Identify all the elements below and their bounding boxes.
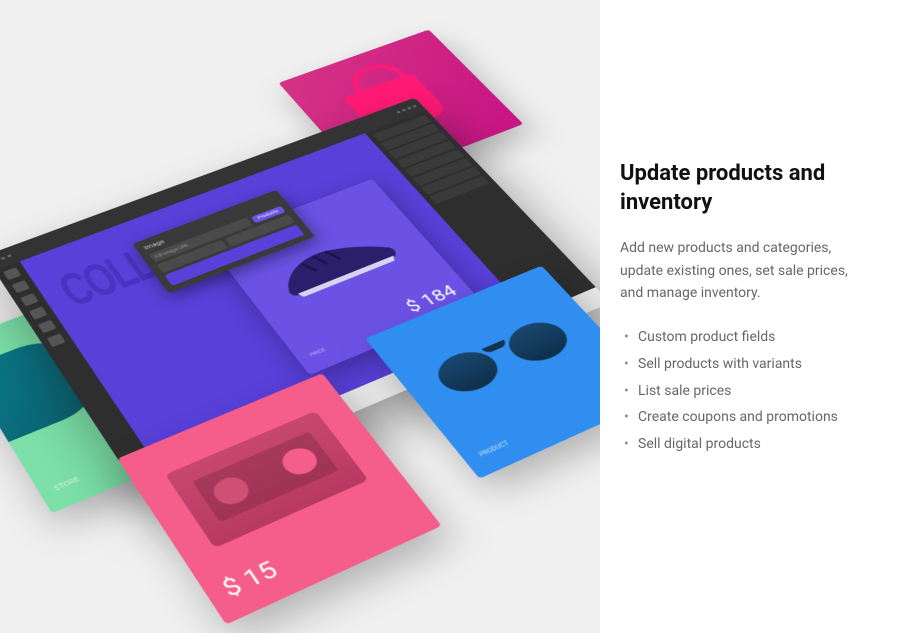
mug-label: STORE	[52, 475, 81, 493]
tool-icon[interactable]	[29, 306, 47, 319]
canvas-headline: COLLECT	[49, 218, 227, 318]
panel-row[interactable]	[388, 132, 448, 159]
popup-input-field[interactable]: Fill image URL	[149, 217, 253, 262]
cassette-price: $ 15	[217, 557, 283, 603]
panel-row[interactable]	[412, 158, 472, 186]
popup-input-field[interactable]	[157, 240, 228, 273]
editor-topbar	[0, 98, 427, 271]
popup-input-field[interactable]	[225, 215, 295, 247]
feature-bullet: List sale prices	[620, 378, 870, 405]
feature-copy-panel: Update products and inventory Add new pr…	[600, 0, 900, 633]
product-card-sunglasses: PRODUCT	[365, 266, 600, 479]
product-card-handbag	[279, 30, 524, 184]
popup-action-button[interactable]	[164, 225, 304, 286]
tool-icon[interactable]	[3, 267, 21, 280]
feature-bullet: Sell digital products	[620, 431, 870, 458]
panel-row[interactable]	[429, 176, 490, 205]
panel-row[interactable]	[372, 115, 431, 142]
popup-tag[interactable]: Products	[250, 206, 285, 223]
feature-heading: Update products and inventory	[620, 160, 870, 217]
editor-properties-panel	[365, 110, 596, 315]
sunglasses-icon	[423, 312, 585, 405]
panel-row[interactable]	[421, 167, 482, 195]
panel-row[interactable]	[404, 149, 464, 177]
shoe-icon	[259, 221, 411, 308]
feature-description: Add new products and categories, update …	[620, 237, 870, 304]
tool-icon[interactable]	[47, 333, 66, 347]
panel-row[interactable]	[380, 123, 439, 150]
panel-row[interactable]	[396, 140, 456, 167]
tool-icon[interactable]	[12, 280, 30, 293]
feature-bullet: Create coupons and promotions	[620, 404, 870, 431]
feature-bullet: Custom product fields	[620, 324, 870, 351]
popup-title: Image	[143, 197, 277, 251]
sunglasses-label: PRODUCT	[478, 440, 512, 459]
marketing-illustration: STORE	[0, 0, 600, 633]
tool-icon[interactable]	[38, 320, 57, 334]
shoe-price: $ 184	[402, 282, 461, 316]
handbag-icon	[343, 73, 449, 137]
feature-bullet: Sell products with variants	[620, 351, 870, 378]
image-settings-popup[interactable]: Image Fill image URL Products	[132, 190, 315, 293]
shoe-price-label: PRICE	[309, 347, 328, 358]
feature-bullet-list: Custom product fields Sell products with…	[620, 324, 870, 457]
tool-icon[interactable]	[20, 293, 38, 306]
